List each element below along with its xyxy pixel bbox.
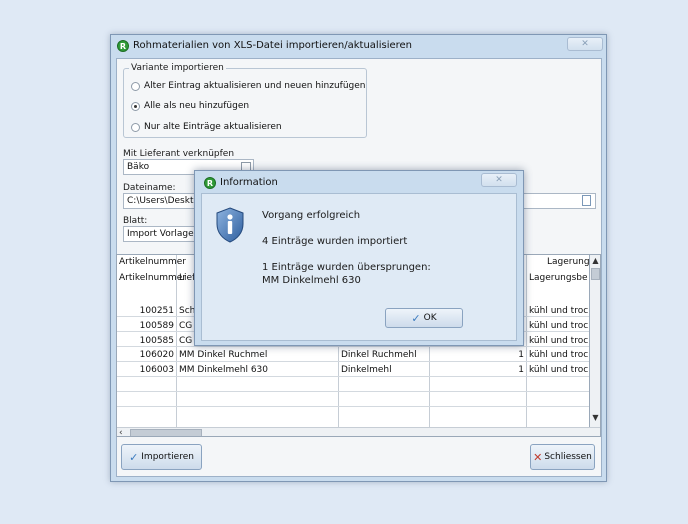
horizontal-scrollbar[interactable]: ‹ — [117, 427, 600, 436]
close-button-label: Schliessen — [544, 452, 592, 462]
radio-button-selected-icon[interactable] — [131, 101, 140, 111]
import-button-label: Importieren — [141, 452, 194, 462]
grid-cell-article-number[interactable]: 100589 — [117, 321, 174, 331]
ok-button[interactable]: ✓ OK — [385, 308, 463, 328]
info-shield-icon — [216, 207, 244, 243]
sheet-label: Blatt: — [123, 216, 148, 226]
radio-label: Alle als neu hinzufügen — [144, 101, 250, 111]
grid-cell-name[interactable]: MM Dinkelmehl 630 — [179, 365, 268, 375]
grid-cell-storage[interactable]: kühl und trocke — [529, 321, 588, 331]
dialog-client-area: Vorgang erfolgreich 4 Einträge wurden im… — [201, 193, 517, 341]
dialog-close-button[interactable]: ✕ — [481, 173, 517, 187]
grid-header-cell[interactable]: Artikelnummer — [119, 273, 186, 283]
radio-label: Nur alte Einträge aktualisieren — [144, 122, 282, 132]
window-title: Rohmaterialien von XLS-Datei importieren… — [133, 40, 413, 51]
radio-add-all-new[interactable]: Alle als neu hinzufügen — [131, 101, 249, 111]
scroll-down-arrow-icon[interactable]: ▼ — [591, 413, 600, 422]
grid-row-divider — [117, 376, 589, 377]
radio-button-icon[interactable] — [131, 122, 140, 132]
grid-cell-description[interactable]: Dinkelmehl — [341, 365, 392, 375]
dialog-message-success: Vorgang erfolgreich — [262, 210, 361, 221]
radio-label: Alter Eintrag aktualisieren und neuen hi… — [144, 81, 366, 91]
horizontal-scroll-thumb[interactable] — [130, 429, 202, 436]
ok-button-label: OK — [423, 313, 437, 323]
dialog-message-skipped: 1 Einträge wurden übersprungen: — [262, 262, 431, 273]
grid-column-divider — [526, 255, 527, 427]
radio-update-and-add[interactable]: Alter Eintrag aktualisieren und neuen hi… — [131, 81, 366, 91]
grid-cell-description[interactable]: Dinkel Ruchmehl — [341, 350, 417, 360]
grid-cell-quantity[interactable]: 1 — [429, 350, 524, 360]
grid-cell-article-number[interactable]: 100585 — [117, 336, 174, 346]
dialog-titlebar[interactable]: R Information ✕ — [195, 171, 523, 193]
dialog-title: Information — [220, 177, 278, 188]
app-logo-icon: R — [117, 40, 129, 52]
dialog-message-imported: 4 Einträge wurden importiert — [262, 236, 408, 247]
vertical-scroll-thumb[interactable] — [591, 268, 600, 280]
variant-group-legend: Variante importieren — [129, 63, 226, 73]
grid-cell-storage[interactable]: kühl und trocke — [529, 336, 588, 346]
dialog-message-skipped-item: MM Dinkelmehl 630 — [262, 275, 361, 286]
radio-update-old-only[interactable]: Nur alte Einträge aktualisieren — [131, 122, 282, 132]
radio-button-icon[interactable] — [131, 81, 140, 91]
information-dialog: R Information ✕ Vorgang erfolgreich 4 Ei… — [194, 170, 524, 346]
grid-header-cell[interactable]: Artikelnummer — [119, 257, 186, 267]
grid-cell-name[interactable]: Sch — [179, 306, 195, 316]
scroll-up-arrow-icon[interactable]: ▲ — [591, 256, 600, 265]
grid-cell-article-number[interactable]: 106003 — [117, 365, 174, 375]
window-close-button[interactable]: ✕ — [567, 37, 603, 51]
vertical-scrollbar[interactable]: ▲ ▼ — [590, 255, 600, 427]
grid-row-divider — [117, 391, 589, 392]
file-browse-icon[interactable] — [582, 195, 591, 206]
filename-label: Dateiname: — [123, 183, 176, 193]
grid-cell-storage[interactable]: kühl und trocke — [529, 350, 588, 360]
grid-header-cell[interactable]: Lagerungsbedi — [529, 273, 588, 283]
supplier-label: Mit Lieferant verknüpfen — [123, 149, 235, 159]
grid-row-divider — [117, 406, 589, 407]
grid-cell-name[interactable]: MM Dinkel Ruchmel — [179, 350, 267, 360]
grid-header-cell[interactable]: Lagerung — [547, 257, 590, 267]
scroll-left-arrow-icon[interactable]: ‹ — [119, 428, 123, 436]
cross-icon: ✕ — [533, 450, 543, 464]
grid-cell-article-number[interactable]: 100251 — [117, 306, 174, 316]
grid-row-divider — [117, 346, 589, 347]
check-icon: ✓ — [129, 450, 139, 464]
grid-cell-storage[interactable]: kühl und trocke — [529, 365, 588, 375]
main-titlebar[interactable]: R Rohmaterialien von XLS-Datei importier… — [111, 35, 606, 57]
close-button[interactable]: ✕ Schliessen — [530, 444, 595, 470]
grid-row-divider — [117, 361, 589, 362]
app-logo-icon: R — [204, 177, 216, 189]
import-button[interactable]: ✓ Importieren — [121, 444, 202, 470]
sheet-select[interactable]: Import Vorlage — [123, 226, 203, 242]
grid-cell-article-number[interactable]: 106020 — [117, 350, 174, 360]
check-icon: ✓ — [411, 311, 421, 325]
grid-cell-quantity[interactable]: 1 — [429, 365, 524, 375]
grid-cell-storage[interactable]: kühl und trocke — [529, 306, 588, 316]
